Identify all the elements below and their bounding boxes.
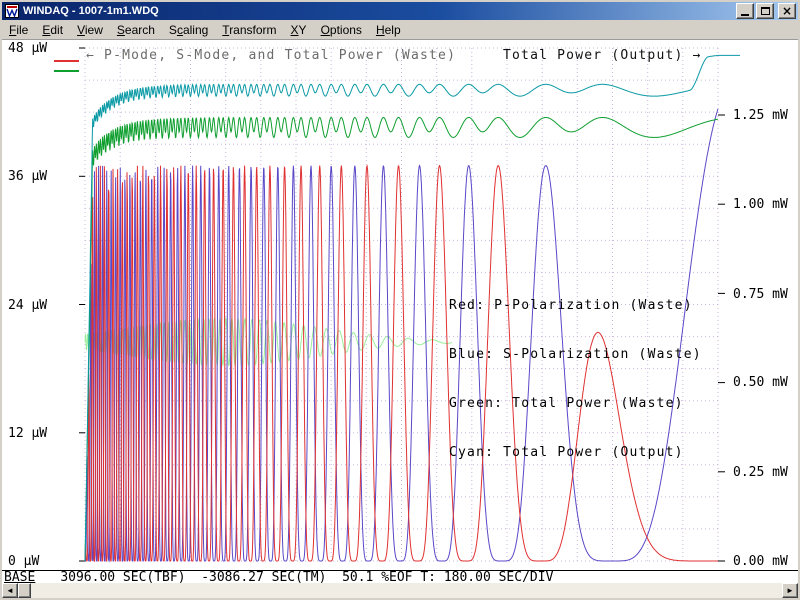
scrollbar-track[interactable] [18, 583, 782, 598]
menu-item-file[interactable]: File [2, 21, 35, 39]
maximize-button[interactable] [756, 3, 774, 19]
scroll-right-icon: ► [786, 587, 794, 595]
minimize-button[interactable] [736, 3, 754, 19]
menu-item-xy[interactable]: XY [284, 21, 314, 39]
menu-item-view[interactable]: View [70, 21, 110, 39]
y-axis-right-label: 0.00 mW [733, 554, 788, 569]
window-title: WINDAQ - 1007-1m1.WDQ [23, 5, 734, 17]
menubar: File Edit View Search Scaling Transform … [2, 20, 798, 40]
scrollbar-thumb[interactable] [18, 583, 31, 598]
annotation-waste-channels: ← P-Mode, S-Mode, and Total Power (Waste… [86, 48, 456, 63]
menu-item-edit[interactable]: Edit [35, 21, 70, 39]
windaq-window: WINDAQ - 1007-1m1.WDQ × File Edit View S… [0, 0, 800, 600]
close-button[interactable]: × [778, 3, 796, 19]
y-axis-left-label: 12 µW [8, 426, 47, 441]
scroll-right-button[interactable]: ► [782, 583, 798, 598]
menu-item-help[interactable]: Help [369, 21, 408, 39]
y-axis-left-label: 36 µW [8, 169, 47, 184]
y-axis-right-label: 0.50 mW [733, 375, 788, 390]
scroll-left-button[interactable]: ◄ [2, 583, 18, 598]
minimize-icon [741, 14, 749, 16]
y-axis-left-label: 48 µW [8, 41, 47, 56]
y-axis-left-label: 0 µW [8, 554, 39, 569]
menu-item-options[interactable]: Options [314, 21, 369, 39]
y-axis-left-label: 24 µW [8, 298, 47, 313]
y-axis-right-label: 0.75 mW [733, 287, 788, 302]
y-axis-right-label: 0.25 mW [733, 465, 788, 480]
legend-line-cyan: Cyan: Total Power (Output) [449, 445, 702, 464]
app-icon[interactable] [5, 4, 19, 18]
menu-item-transform[interactable]: Transform [215, 21, 283, 39]
menu-item-search[interactable]: Search [110, 21, 162, 39]
titlebar: WINDAQ - 1007-1m1.WDQ × [2, 2, 798, 20]
legend-line-blue: Blue: S-Polarization (Waste) [449, 347, 702, 366]
close-icon: × [782, 5, 792, 17]
legend-line-green: Green: Total Power (Waste) [449, 396, 702, 415]
scroll-left-icon: ◄ [6, 587, 14, 595]
annotation-output-channel: Total Power (Output) → [503, 48, 702, 63]
menu-item-scaling[interactable]: Scaling [162, 21, 215, 39]
horizontal-scrollbar: ◄ ► [2, 583, 798, 598]
y-axis-right-label: 1.25 mW [733, 108, 788, 123]
status-bar: BASE 3096.00 SEC(TBF) -3086.27 SEC(TM) 5… [2, 570, 798, 584]
windaq-logo-icon [5, 4, 19, 18]
maximize-icon [761, 7, 770, 15]
legend-line-red: Red: P-Polarization (Waste) [449, 298, 702, 317]
legend: Red: P-Polarization (Waste) Blue: S-Pola… [449, 268, 702, 494]
y-axis-right-label: 1.00 mW [733, 197, 788, 212]
